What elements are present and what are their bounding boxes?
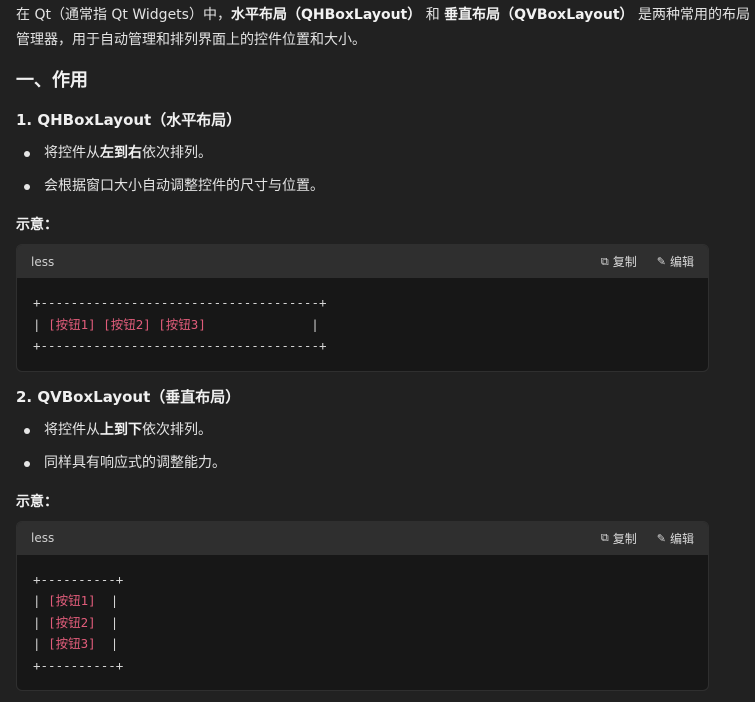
- code-line: |: [95, 593, 119, 608]
- code-buttons: [按钮1] [按钮2] [按钮3]: [48, 316, 206, 332]
- code-line: +-------------------------------------+: [33, 295, 327, 310]
- hbox-bullet-list: 将控件从左到右依次排列。 会根据窗口大小自动调整控件的尺寸与位置。: [16, 137, 755, 203]
- list-item-text: 依次排列。: [142, 421, 212, 438]
- code-line: |: [33, 636, 49, 651]
- edit-button[interactable]: ✎ 编辑: [657, 253, 694, 270]
- vbox-bullet-list: 将控件从上到下依次排列。 同样具有响应式的调整能力。: [16, 414, 755, 480]
- code-content: +----------+ | [按钮1] | | [按钮2] | | [按钮3]…: [17, 555, 708, 691]
- code-button: [按钮2]: [48, 614, 96, 630]
- section-title: 一、作用: [16, 70, 88, 91]
- intro-text: 在 Qt（通常指 Qt Widgets）中，: [16, 7, 231, 23]
- edit-label: 编辑: [669, 255, 694, 269]
- code-block: less ⧉ 复制 ✎ 编辑 +--------------------------…: [16, 244, 709, 372]
- chat-message: 在 Qt（通常指 Qt Widgets）中，水平布局（QHBoxLayout） …: [0, 0, 755, 702]
- code-line: |: [33, 316, 49, 332]
- list-item-bold: 上到下: [100, 421, 142, 438]
- vbox-title: 2. QVBoxLayout（垂直布局）: [16, 387, 241, 406]
- intro-text: 和: [421, 7, 445, 23]
- code-button: [按钮1]: [48, 593, 96, 608]
- list-item: 将控件从左到右依次排列。: [16, 137, 755, 170]
- list-item-bold: 左到右: [100, 145, 142, 161]
- code-language: less: [31, 531, 55, 545]
- code-line: |: [95, 636, 119, 651]
- code-header: less ⧉ 复制 ✎ 编辑: [17, 521, 708, 555]
- list-item-text: 将控件从: [44, 421, 100, 438]
- code-block: less ⧉ 复制 ✎ 编辑 +----------+ | [按钮1] | | [按…: [16, 520, 709, 691]
- intro-bold-vbox: 垂直布局（QVBoxLayout）: [444, 7, 634, 23]
- list-item: 同样具有响应式的调整能力。: [16, 447, 755, 480]
- diagram-label: 示意：: [16, 493, 58, 510]
- list-item-text: 将控件从: [44, 145, 100, 161]
- code-line: |: [95, 614, 119, 630]
- code-language: less: [31, 254, 55, 269]
- copy-label: 复制: [612, 531, 637, 546]
- copy-button[interactable]: ⧉ 复制: [601, 530, 637, 547]
- copy-icon: ⧉: [600, 254, 609, 268]
- code-button: [按钮3]: [48, 636, 96, 651]
- list-item: 会根据窗口大小自动调整控件的尺寸与位置。: [16, 170, 755, 203]
- code-line: +-------------------------------------+: [33, 338, 327, 353]
- code-line: +----------+: [33, 657, 124, 673]
- code-line: |: [33, 593, 49, 608]
- edit-button[interactable]: ✎ 编辑: [657, 530, 694, 547]
- edit-icon: ✎: [656, 255, 666, 268]
- intro-bold-hbox: 水平布局（QHBoxLayout）: [230, 7, 422, 23]
- list-item: 将控件从上到下依次排列。: [16, 414, 755, 447]
- copy-icon: ⧉: [600, 531, 609, 544]
- edit-label: 编辑: [669, 531, 694, 546]
- diagram-label: 示意：: [16, 217, 58, 233]
- list-item-text: 依次排列。: [142, 145, 212, 161]
- code-line: |: [33, 614, 49, 630]
- code-header: less ⧉ 复制 ✎ 编辑: [17, 245, 708, 278]
- intro-paragraph: 在 Qt（通常指 Qt Widgets）中，水平布局（QHBoxLayout） …: [16, 0, 755, 53]
- copy-label: 复制: [612, 255, 637, 269]
- copy-button[interactable]: ⧉ 复制: [601, 253, 637, 270]
- code-line: +----------+: [33, 571, 124, 587]
- code-content: +-------------------------------------+ …: [17, 278, 708, 371]
- hbox-title: 1. QHBoxLayout（水平布局）: [16, 111, 242, 129]
- edit-icon: ✎: [656, 531, 666, 545]
- code-line: |: [205, 316, 319, 332]
